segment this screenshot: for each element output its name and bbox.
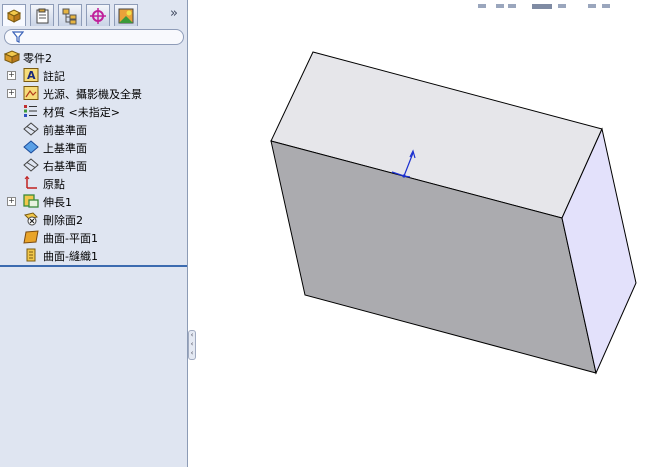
knit-surface-icon (26, 248, 36, 262)
tree-item-annotations[interactable]: + A 註記 (0, 66, 187, 84)
display-manager-tab-icon (118, 8, 134, 23)
tree-root-part[interactable]: 零件2 (0, 48, 187, 66)
tree-item-label: 右基準面 (43, 160, 87, 173)
graphics-viewport[interactable] (189, 0, 656, 467)
tree-item-origin[interactable]: 原點 (0, 174, 187, 192)
tree-item-front-plane[interactable]: 前基準面 (0, 120, 187, 138)
tree-item-top-plane[interactable]: 上基準面 (0, 138, 187, 156)
filter-icon (12, 31, 24, 43)
origin-icon (24, 176, 37, 189)
property-manager-tab[interactable] (30, 4, 54, 26)
tree-item-label: 伸長1 (43, 196, 72, 209)
expand-toggle-icon[interactable]: + (7, 89, 16, 98)
feature-manager-tab-icon (6, 8, 22, 23)
tree-item-right-plane[interactable]: 右基準面 (0, 156, 187, 174)
dimxpert-tab-icon (90, 7, 106, 24)
tree-item-label: 原點 (43, 178, 65, 191)
tree-item-label: 上基準面 (43, 142, 87, 155)
tree-item-label: 前基準面 (43, 124, 87, 137)
tree-item-extrude[interactable]: + 伸長1 (0, 192, 187, 210)
tree-item-label: 曲面-平面1 (43, 232, 98, 245)
more-tabs-chevron-icon[interactable]: » (170, 6, 178, 21)
plane-icon (23, 122, 39, 136)
feature-manager-tab[interactable] (2, 4, 26, 26)
material-icon (24, 105, 37, 117)
tree-root-label: 零件2 (23, 52, 52, 65)
tree-item-label: 曲面-縫織1 (43, 250, 98, 263)
feature-tree: 零件2 + A 註記 + 光源、攝影機及全景 材質 <未指定> 前基準面 上基準… (0, 48, 187, 264)
planar-surface-icon (23, 230, 39, 244)
tree-item-knit-surface[interactable]: 曲面-縫織1 (0, 246, 187, 264)
tree-item-label: 註記 (43, 70, 65, 83)
tree-item-lights-cameras[interactable]: + 光源、攝影機及全景 (0, 84, 187, 102)
dimxpert-tab[interactable] (86, 4, 110, 26)
tree-item-delete-face[interactable]: 刪除面2 (0, 210, 187, 228)
annotation-icon: A (23, 68, 39, 82)
tree-item-label: 刪除面2 (43, 214, 83, 227)
plane-selected-icon (23, 140, 39, 154)
tree-item-planar-surface[interactable]: 曲面-平面1 (0, 228, 187, 246)
tree-item-label: 材質 <未指定> (43, 106, 120, 119)
configuration-manager-tab[interactable] (58, 4, 82, 26)
expand-toggle-icon[interactable]: + (7, 71, 16, 80)
rollback-bar[interactable] (0, 265, 187, 267)
svg-text:A: A (27, 69, 36, 82)
property-manager-tab-icon (36, 8, 49, 23)
plane-icon (23, 158, 39, 172)
display-manager-tab[interactable] (114, 4, 138, 26)
lights-camera-icon (23, 86, 39, 100)
part-icon (4, 50, 20, 64)
feature-manager-panel: » 零件2 + A 註記 + 光源、攝影機及全景 材質 <未指定> 前基準面 上… (0, 0, 188, 467)
extrude-icon (23, 194, 39, 208)
tree-item-label: 光源、攝影機及全景 (43, 88, 142, 101)
configuration-manager-tab-icon (62, 8, 77, 24)
tree-item-material[interactable]: 材質 <未指定> (0, 102, 187, 120)
manager-tabs (2, 4, 142, 28)
delete-face-icon (24, 212, 38, 226)
feature-filter-field[interactable] (4, 29, 184, 45)
expand-toggle-icon[interactable]: + (7, 197, 16, 206)
